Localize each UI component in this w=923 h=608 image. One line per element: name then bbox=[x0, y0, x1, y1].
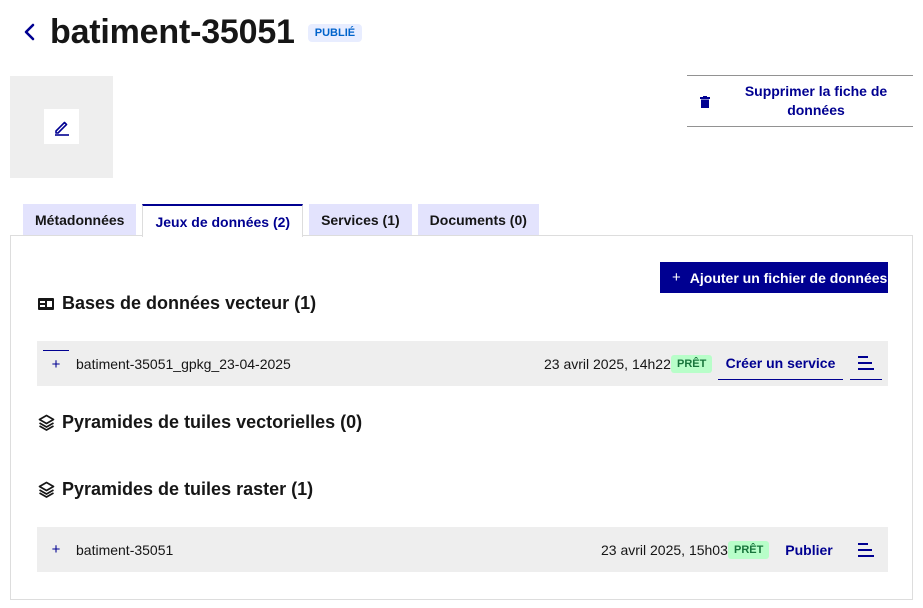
database-icon bbox=[37, 295, 55, 313]
dataset-row: + batiment-35051 23 avril 2025, 15h03 PR… bbox=[37, 527, 888, 572]
thumbnail bbox=[10, 76, 113, 178]
dataset-name: batiment-35051 bbox=[76, 541, 174, 558]
row-menu-button[interactable] bbox=[850, 347, 882, 380]
add-data-file-label: Ajouter un fichier de données bbox=[689, 269, 888, 286]
section-vector-tile-pyramids: Pyramides de tuiles vectorielles (0) bbox=[37, 412, 362, 433]
tab-services[interactable]: Services (1) bbox=[309, 204, 412, 236]
section-raster-tile-pyramids: Pyramides de tuiles raster (1) bbox=[37, 479, 313, 500]
expand-row-button[interactable]: + bbox=[43, 350, 69, 377]
chevron-left-icon bbox=[24, 23, 35, 41]
row-menu-button[interactable] bbox=[850, 533, 882, 566]
pencil-icon bbox=[54, 121, 69, 136]
publish-button[interactable]: Publier bbox=[778, 533, 840, 566]
delete-datasheet-label: Supprimer la fiche de données bbox=[744, 83, 888, 118]
ready-status-badge: PRÊT bbox=[671, 354, 713, 373]
dataset-name: batiment-35051_gpkg_23-04-2025 bbox=[76, 355, 291, 372]
dataset-row: + batiment-35051_gpkg_23-04-2025 23 avri… bbox=[37, 341, 888, 386]
plus-icon: + bbox=[672, 269, 681, 286]
section-title-vector-databases: Bases de données vecteur (1) bbox=[62, 293, 317, 313]
section-vector-databases: Bases de données vecteur (1) bbox=[37, 293, 316, 314]
edit-thumbnail-button[interactable] bbox=[44, 109, 79, 144]
menu-icon bbox=[858, 356, 874, 370]
dataset-date: 23 avril 2025, 14h22 bbox=[544, 355, 671, 372]
section-title-raster-tile-pyramids: Pyramides de tuiles raster (1) bbox=[62, 479, 314, 499]
menu-icon bbox=[858, 542, 874, 557]
dataset-date: 23 avril 2025, 15h03 bbox=[601, 541, 728, 558]
tab-documents[interactable]: Documents (0) bbox=[417, 204, 539, 236]
page-header: batiment-35051 PUBLIÉ bbox=[18, 10, 363, 54]
trash-icon bbox=[699, 95, 711, 109]
back-button[interactable] bbox=[18, 20, 42, 44]
tab-metadata[interactable]: Métadonnées bbox=[23, 204, 137, 236]
create-service-button[interactable]: Créer un service bbox=[718, 347, 843, 380]
expand-row-button[interactable]: + bbox=[43, 535, 69, 564]
add-data-file-button[interactable]: + Ajouter un fichier de données bbox=[660, 262, 888, 293]
page-title: batiment-35051 bbox=[50, 12, 295, 51]
tab-list: Métadonnées Jeux de données (2) Services… bbox=[23, 204, 545, 237]
delete-datasheet-button[interactable]: Supprimer la fiche de données bbox=[687, 75, 913, 127]
section-title-vector-tile-pyramids: Pyramides de tuiles vectorielles (0) bbox=[62, 412, 363, 432]
layers-icon bbox=[37, 481, 55, 499]
tab-datasets[interactable]: Jeux de données (2) bbox=[142, 204, 304, 237]
status-badge: PUBLIÉ bbox=[307, 24, 363, 42]
ready-status-badge: PRÊT bbox=[728, 540, 770, 559]
datasets-panel: + Ajouter un fichier de données Bases de… bbox=[10, 235, 913, 600]
layers-icon bbox=[37, 414, 55, 432]
